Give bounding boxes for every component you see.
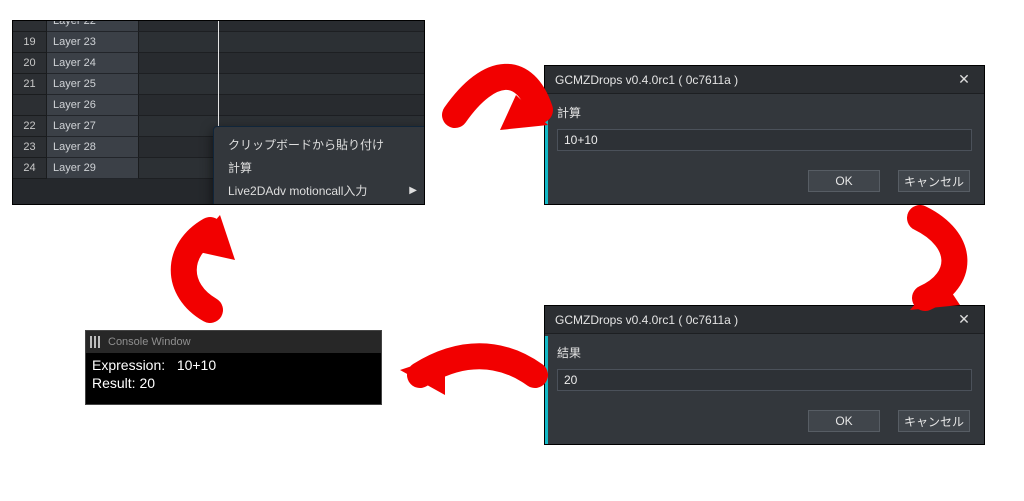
cancel-button[interactable]: キャンセル (898, 410, 970, 432)
cancel-button[interactable]: キャンセル (898, 170, 970, 192)
dialog-label: 結果 (557, 344, 972, 361)
layer-name[interactable]: Layer 22 (47, 20, 139, 32)
layer-name[interactable]: Layer 26 (47, 95, 139, 116)
menu-paste-from-clipboard[interactable]: クリップボードから貼り付け (214, 133, 425, 156)
row-num: 23 (13, 137, 47, 158)
close-icon[interactable]: ✕ (944, 71, 984, 88)
menu-live2d-motioncall[interactable]: Live2DAdv motioncall入力 ▶ (214, 179, 425, 202)
ok-button[interactable]: OK (808, 170, 880, 192)
gcmzdrops-input-dialog: GCMZDrops v0.4.0rc1 ( 0c7611a ) ✕ 計算 OK … (544, 65, 985, 205)
ok-button[interactable]: OK (808, 410, 880, 432)
console-titlebar[interactable]: Console Window (86, 331, 381, 353)
console-window: Console Window Expression: 10+10 Result:… (85, 330, 382, 405)
close-icon[interactable]: ✕ (944, 311, 984, 328)
layer-name[interactable]: Layer 27 (47, 116, 139, 137)
dialog-accent (545, 336, 548, 444)
gcmzdrops-result-dialog: GCMZDrops v0.4.0rc1 ( 0c7611a ) ✕ 結果 OK … (544, 305, 985, 445)
layer-track[interactable] (139, 20, 424, 32)
row-num: 20 (13, 53, 47, 74)
row-num (13, 20, 47, 32)
submenu-arrow-icon: ▶ (409, 185, 417, 196)
layer-track[interactable] (139, 53, 424, 74)
row-num: 19 (13, 32, 47, 53)
layer-name[interactable]: Layer 25 (47, 74, 139, 95)
layer-track[interactable] (139, 74, 424, 95)
dialog-titlebar[interactable]: GCMZDrops v0.4.0rc1 ( 0c7611a ) ✕ (545, 306, 984, 334)
console-output: Expression: 10+10 Result: 20 (86, 353, 381, 393)
dialog-titlebar[interactable]: GCMZDrops v0.4.0rc1 ( 0c7611a ) ✕ (545, 66, 984, 94)
menu-calculate[interactable]: 計算 (214, 156, 425, 179)
layer-track[interactable] (139, 95, 424, 116)
menu-item-label: Live2DAdv motioncall入力 (228, 182, 367, 199)
dialog-title-text: GCMZDrops v0.4.0rc1 ( 0c7611a ) (555, 73, 738, 87)
dialog-label: 計算 (557, 104, 972, 121)
layer-name[interactable]: Layer 28 (47, 137, 139, 158)
layer-name[interactable]: Layer 29 (47, 158, 139, 179)
row-num: 22 (13, 116, 47, 137)
context-menu: クリップボードから貼り付け 計算 Live2DAdv motioncall入力 … (213, 126, 425, 205)
dialog-accent (545, 96, 548, 204)
row-num: 21 (13, 74, 47, 95)
dialog-title-text: GCMZDrops v0.4.0rc1 ( 0c7611a ) (555, 313, 738, 327)
drag-handle-icon[interactable] (90, 336, 100, 348)
expression-input[interactable] (557, 129, 972, 151)
layer-track[interactable] (139, 32, 424, 53)
layer-name[interactable]: Layer 23 (47, 32, 139, 53)
console-title-text: Console Window (108, 336, 191, 348)
row-num: 24 (13, 158, 47, 179)
result-input[interactable] (557, 369, 972, 391)
row-num (13, 95, 47, 116)
layer-name[interactable]: Layer 24 (47, 53, 139, 74)
timeline-panel: Layer 22 19Layer 23 20Layer 24 21Layer 2… (12, 20, 425, 205)
